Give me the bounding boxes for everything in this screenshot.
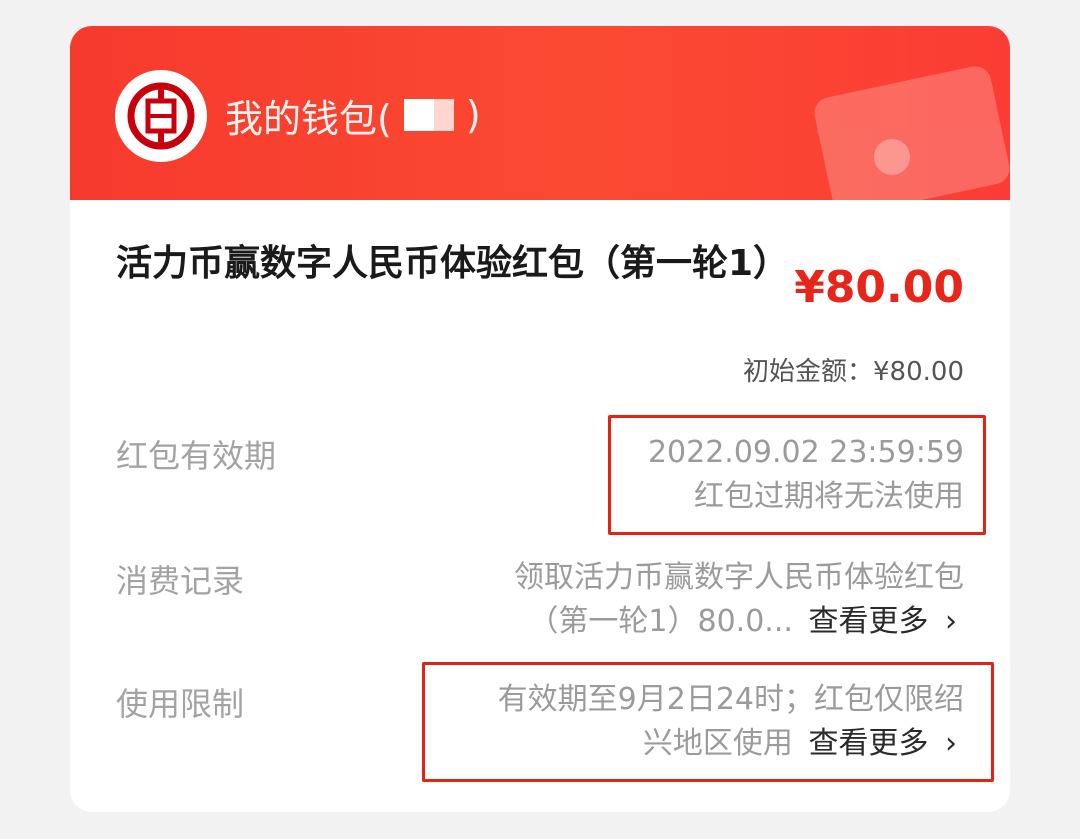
wallet-title-prefix: 我的钱包(: [225, 96, 392, 141]
chevron-right-icon[interactable]: ›: [938, 600, 964, 644]
red-packet-title: 活力币赢数字人民币体验红包（第一轮1）: [116, 243, 790, 284]
masked-wallet-name: [403, 99, 454, 131]
limits-label: 使用限制: [116, 685, 245, 723]
records-view-more-link[interactable]: 查看更多: [808, 604, 928, 639]
wallet-title-suffix: ): [465, 93, 481, 137]
records-value[interactable]: 领取活力币赢数字人民币体验红包 （第一轮1）80.0... 查看更多 ›: [514, 556, 964, 644]
records-line2: （第一轮1）80.0...: [528, 604, 793, 639]
validity-label: 红包有效期: [116, 437, 277, 475]
icbc-logo-icon: [115, 70, 207, 162]
records-label: 消费记录: [116, 562, 245, 600]
red-packet-amount: ¥80.00: [794, 262, 964, 313]
wallet-title: 我的钱包( ): [225, 88, 481, 142]
wallet-header: 我的钱包( ): [70, 26, 1010, 200]
records-line1: 领取活力币赢数字人民币体验红包: [514, 560, 964, 595]
initial-amount: 初始金额：¥80.00: [743, 357, 964, 387]
wallet-card: 我的钱包( ) 活力币赢数字人民币体验红包（第一轮1） ¥80.00 初始金额：…: [70, 26, 1010, 812]
highlight-box-validity: [608, 415, 986, 535]
envelope-icon: [814, 66, 1010, 200]
highlight-box-limits: [422, 662, 994, 782]
